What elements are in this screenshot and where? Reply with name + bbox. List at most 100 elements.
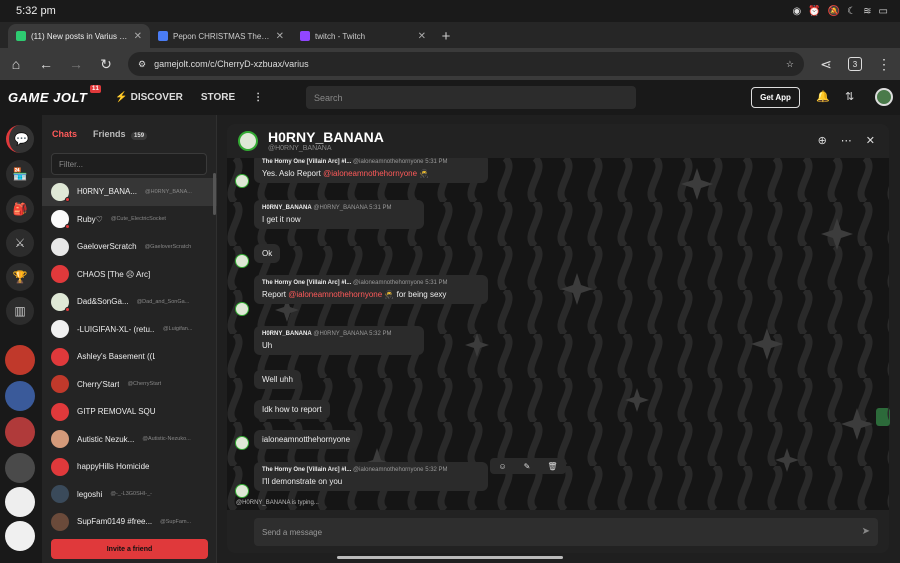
chat-avatar <box>51 237 69 256</box>
chat-header: H0RNY_BANANA @H0RNY_BANANA ⊕ ⋯ ✕ <box>227 124 889 158</box>
chat-avatar <box>51 457 69 476</box>
chat-list-item[interactable]: -LUIGIFAN-XL- (retu... @Luigifan... <box>42 316 217 344</box>
message-avatar[interactable] <box>235 302 249 316</box>
store-link[interactable]: STORE <box>201 92 235 103</box>
back-icon[interactable]: ← <box>38 56 54 72</box>
user-avatar[interactable] <box>875 88 893 106</box>
browser-tab[interactable]: twitch - Twitch ✕ <box>292 24 434 48</box>
browser-tab[interactable]: Pepon CHRISTMAS Theme - Goo ✕ <box>150 24 292 48</box>
chat-list-item[interactable]: legoshi @-_-L3G0SHI-_- <box>42 481 217 509</box>
message-bubble[interactable]: The Horny One [Villain Arc] #I... @ialon… <box>254 275 488 304</box>
message-avatar[interactable] <box>235 254 249 268</box>
delete-icon[interactable]: 🗑 <box>547 462 557 471</box>
close-icon[interactable]: ✕ <box>866 134 875 147</box>
message-bubble[interactable]: ialoneamnotthehornyone <box>254 430 359 449</box>
message-bubble[interactable]: The Horny One [Villain Arc] #I... @ialon… <box>254 158 488 183</box>
more-options-icon[interactable]: ⋯ <box>841 134 852 147</box>
chat-avatar <box>51 430 69 449</box>
chat-list-item[interactable]: Cherry'Start @CherryStart <box>42 371 217 399</box>
chat-avatar <box>51 375 69 394</box>
moon-icon: ☾ <box>847 5 857 17</box>
chat-list-item[interactable]: GITP REMOVAL SQUAD <box>42 398 217 426</box>
chat-list-item[interactable]: SupFam0149 #free... @SupFam... <box>42 508 217 536</box>
chat-avatar <box>51 292 70 312</box>
gamejolt-favicon-icon <box>16 31 26 41</box>
new-tab-button[interactable]: + <box>434 24 458 48</box>
quests-icon[interactable]: ⚔ <box>6 229 34 257</box>
send-icon[interactable]: ➤ <box>862 526 870 537</box>
browser-tab[interactable]: (11) New posts in Varius - The cha ✕ <box>8 24 150 48</box>
message-bubble[interactable]: H0RNY_BANANA @H0RNY_BANANA 5:31 PM I get… <box>254 200 424 229</box>
share-icon[interactable]: ⋖ <box>818 56 834 73</box>
chat-list-item[interactable]: Autistic Nezuk... @Autistic-Nezuko... <box>42 426 217 454</box>
community-avatar[interactable] <box>5 453 35 483</box>
mention-link[interactable]: @ialoneamnothehornyone <box>288 290 382 299</box>
bell-icon[interactable]: 🔔 <box>816 90 830 103</box>
activity-icon[interactable]: ⇅ <box>845 90 854 103</box>
mute-icon: 🔕 <box>827 5 841 17</box>
gesture-home-bar[interactable] <box>337 556 563 559</box>
close-tab-icon[interactable]: ✕ <box>276 31 284 42</box>
message-bubble[interactable]: Ok <box>254 244 281 263</box>
trophy-icon[interactable]: 🏆 <box>6 263 34 291</box>
tab-title: Pepon CHRISTMAS Theme - Goo <box>173 31 271 41</box>
close-tab-icon[interactable]: ✕ <box>418 31 426 42</box>
community-avatar[interactable] <box>5 521 35 551</box>
message-input[interactable]: Send a message ➤ <box>254 518 878 546</box>
store-icon[interactable]: 🏪 <box>6 160 34 188</box>
library-icon[interactable]: ▥ <box>6 297 34 325</box>
home-icon[interactable]: ⌂ <box>8 56 24 72</box>
address-bar[interactable]: ⚙ gamejolt.com/c/CherryD-xzbuax/varius ☆ <box>128 52 804 76</box>
forward-icon[interactable]: → <box>68 56 84 72</box>
message-bubble[interactable]: The Horny One [Villain Arc] #I... @ialon… <box>254 462 488 491</box>
message-text: Idk how to report <box>262 405 322 414</box>
online-status-dot <box>65 306 70 312</box>
message-avatar[interactable] <box>235 436 249 450</box>
filter-input[interactable]: Filter... <box>51 153 207 175</box>
browser-menu-icon[interactable]: ⋮ <box>876 56 892 73</box>
edit-icon[interactable]: ✎ <box>524 462 531 471</box>
chat-list-item[interactable]: Ruby♡ @Cute_ElectricSocket <box>42 206 217 234</box>
chat-icon[interactable]: 💬 <box>6 125 34 153</box>
chat-list-item[interactable]: Ashley's Basement ((LET US O... <box>42 343 217 371</box>
message-meta: The Horny One [Villain Arc] #I... @ialon… <box>262 467 448 473</box>
bookmark-star-icon[interactable]: ☆ <box>786 59 794 70</box>
chat-list-item[interactable]: H0RNY_BANA... @H0RNY_BANA... <box>42 178 217 206</box>
chat-list-item[interactable]: happyHills Homicide <box>42 453 217 481</box>
close-tab-icon[interactable]: ✕ <box>134 31 142 42</box>
tab-chats[interactable]: Chats <box>52 129 77 139</box>
site-settings-icon[interactable]: ⚙ <box>138 59 146 70</box>
tab-friends[interactable]: Friends 159 <box>93 129 148 140</box>
chat-list-scrollbar[interactable] <box>213 173 216 215</box>
chat-avatar <box>51 402 69 421</box>
community-avatar[interactable] <box>5 487 35 517</box>
message-avatar[interactable] <box>235 174 249 188</box>
mention-link[interactable]: @ialoneamnothehornyone <box>323 169 417 178</box>
get-app-button[interactable]: Get App <box>751 87 800 108</box>
tab-switcher-button[interactable]: 3 <box>848 57 862 71</box>
message-text: Ok <box>262 249 273 258</box>
message-text: I'll demonstrate on you <box>262 477 343 486</box>
message-bubble[interactable]: Well uhh <box>254 370 301 389</box>
chat-list-item[interactable]: CHAOS [The ☹ Arc] <box>42 261 217 289</box>
add-member-icon[interactable]: ⊕ <box>818 134 827 147</box>
add-reaction-icon[interactable]: ☺ <box>498 462 506 471</box>
community-avatar[interactable] <box>5 381 35 411</box>
message-avatar[interactable] <box>235 484 249 498</box>
more-menu-icon[interactable]: ⋮ <box>253 92 263 103</box>
chat-avatar[interactable] <box>238 131 258 151</box>
community-avatar[interactable] <box>5 417 35 447</box>
invite-friend-button[interactable]: Invite a friend <box>51 539 208 559</box>
message-bubble[interactable]: H0RNY_BANANA @H0RNY_BANANA 5:32 PM Uh <box>254 326 424 355</box>
chat-list-item[interactable]: GaeloverScratch @GaeloverScratch <box>42 233 217 261</box>
message-bubble[interactable]: Idk how to report <box>254 400 330 419</box>
site-search-input[interactable]: Search <box>306 86 636 109</box>
reload-icon[interactable]: ↻ <box>98 56 114 73</box>
community-avatar[interactable] <box>5 345 35 375</box>
message-text: Well uhh <box>262 375 293 384</box>
gamejolt-logo[interactable]: GAME JOLT 11 <box>8 85 102 105</box>
chat-list-item[interactable]: Dad&SonGa... @Dad_and_SonGa... <box>42 288 217 316</box>
chat-window: H0RNY_BANANA @H0RNY_BANANA ⊕ ⋯ ✕ The Hor… <box>227 124 889 553</box>
backpack-icon[interactable]: 🎒 <box>6 195 34 223</box>
discover-link[interactable]: ⚡ DISCOVER <box>115 92 182 103</box>
